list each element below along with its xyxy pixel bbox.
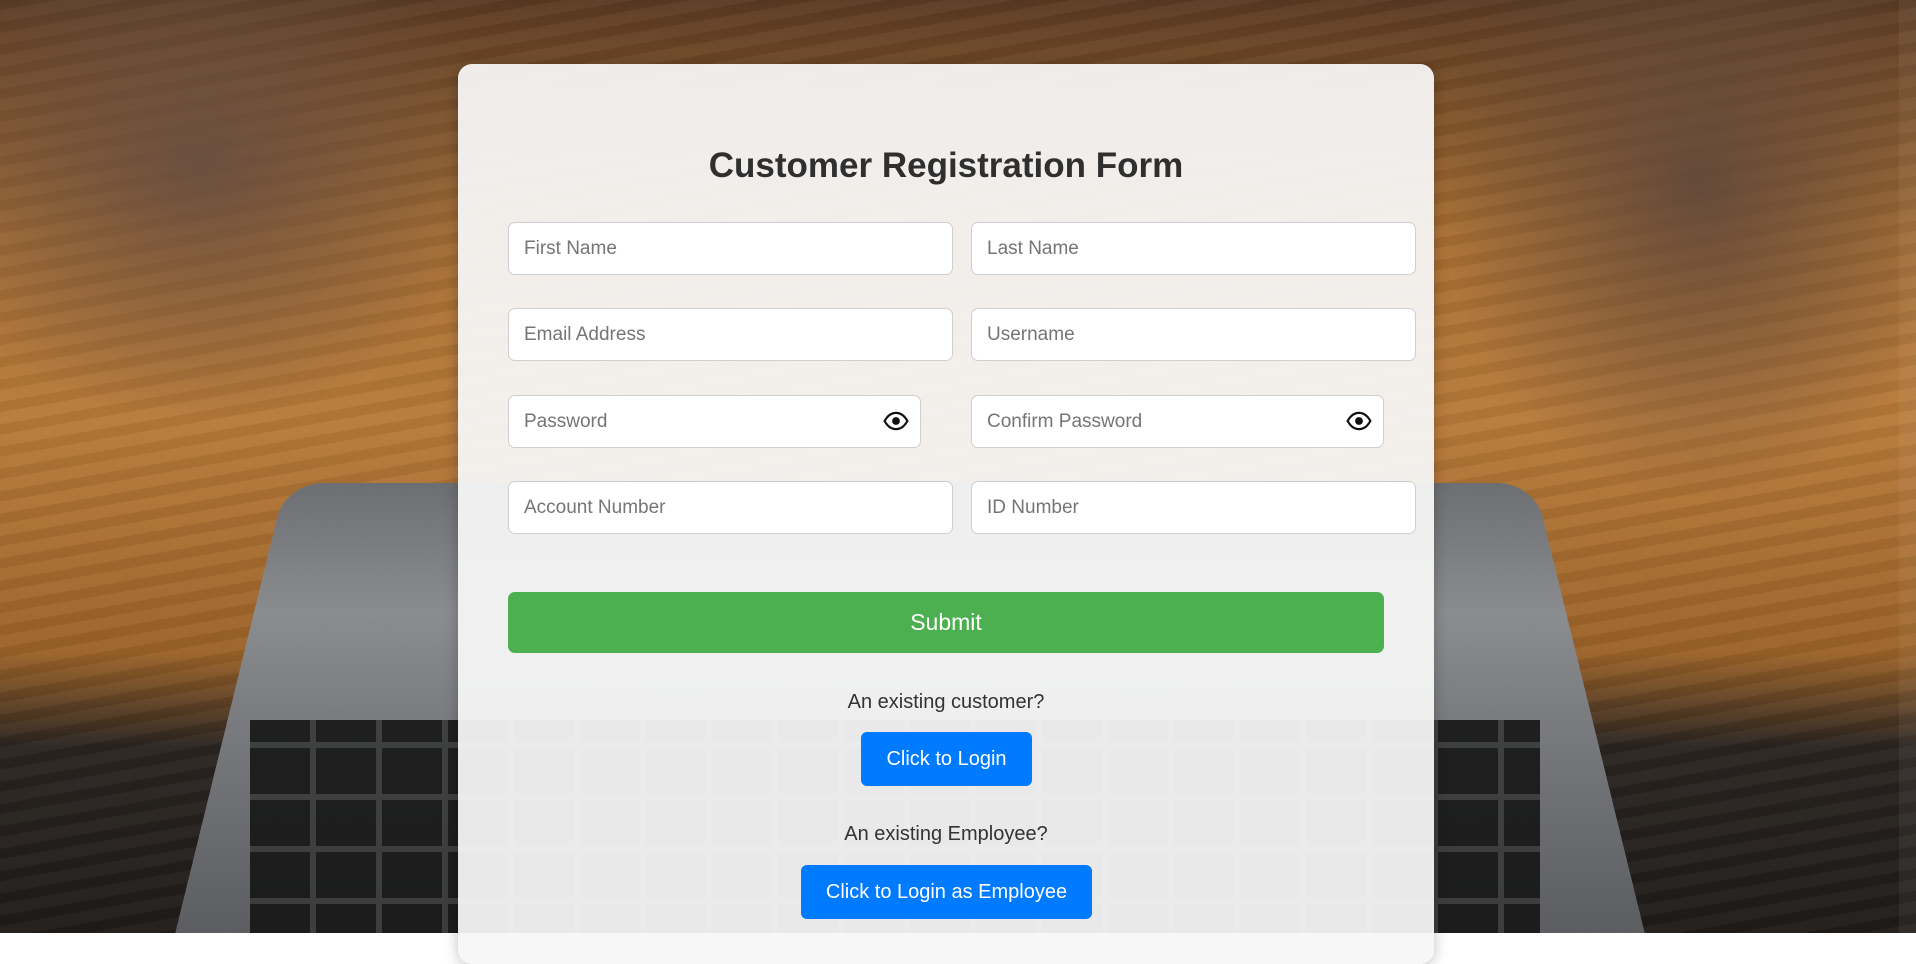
- first-name-input[interactable]: [508, 222, 953, 275]
- registration-card: Customer Registration Form Submit An exi…: [458, 64, 1434, 964]
- email-input[interactable]: [508, 308, 953, 361]
- account-number-input[interactable]: [508, 481, 953, 534]
- form-title: Customer Registration Form: [708, 146, 1184, 185]
- last-name-input[interactable]: [971, 222, 1416, 275]
- eye-icon[interactable]: [883, 408, 909, 434]
- confirm-password-input[interactable]: [971, 395, 1384, 448]
- eye-icon[interactable]: [1346, 408, 1372, 434]
- username-input[interactable]: [971, 308, 1416, 361]
- password-input[interactable]: [508, 395, 921, 448]
- scrollbar[interactable]: [1899, 0, 1916, 933]
- customer-login-button[interactable]: Click to Login: [861, 732, 1032, 786]
- id-number-input[interactable]: [971, 481, 1416, 534]
- existing-employee-prompt: An existing Employee?: [844, 823, 1048, 845]
- employee-login-button[interactable]: Click to Login as Employee: [801, 865, 1092, 919]
- existing-customer-prompt: An existing customer?: [847, 691, 1045, 713]
- submit-button[interactable]: Submit: [508, 592, 1384, 653]
